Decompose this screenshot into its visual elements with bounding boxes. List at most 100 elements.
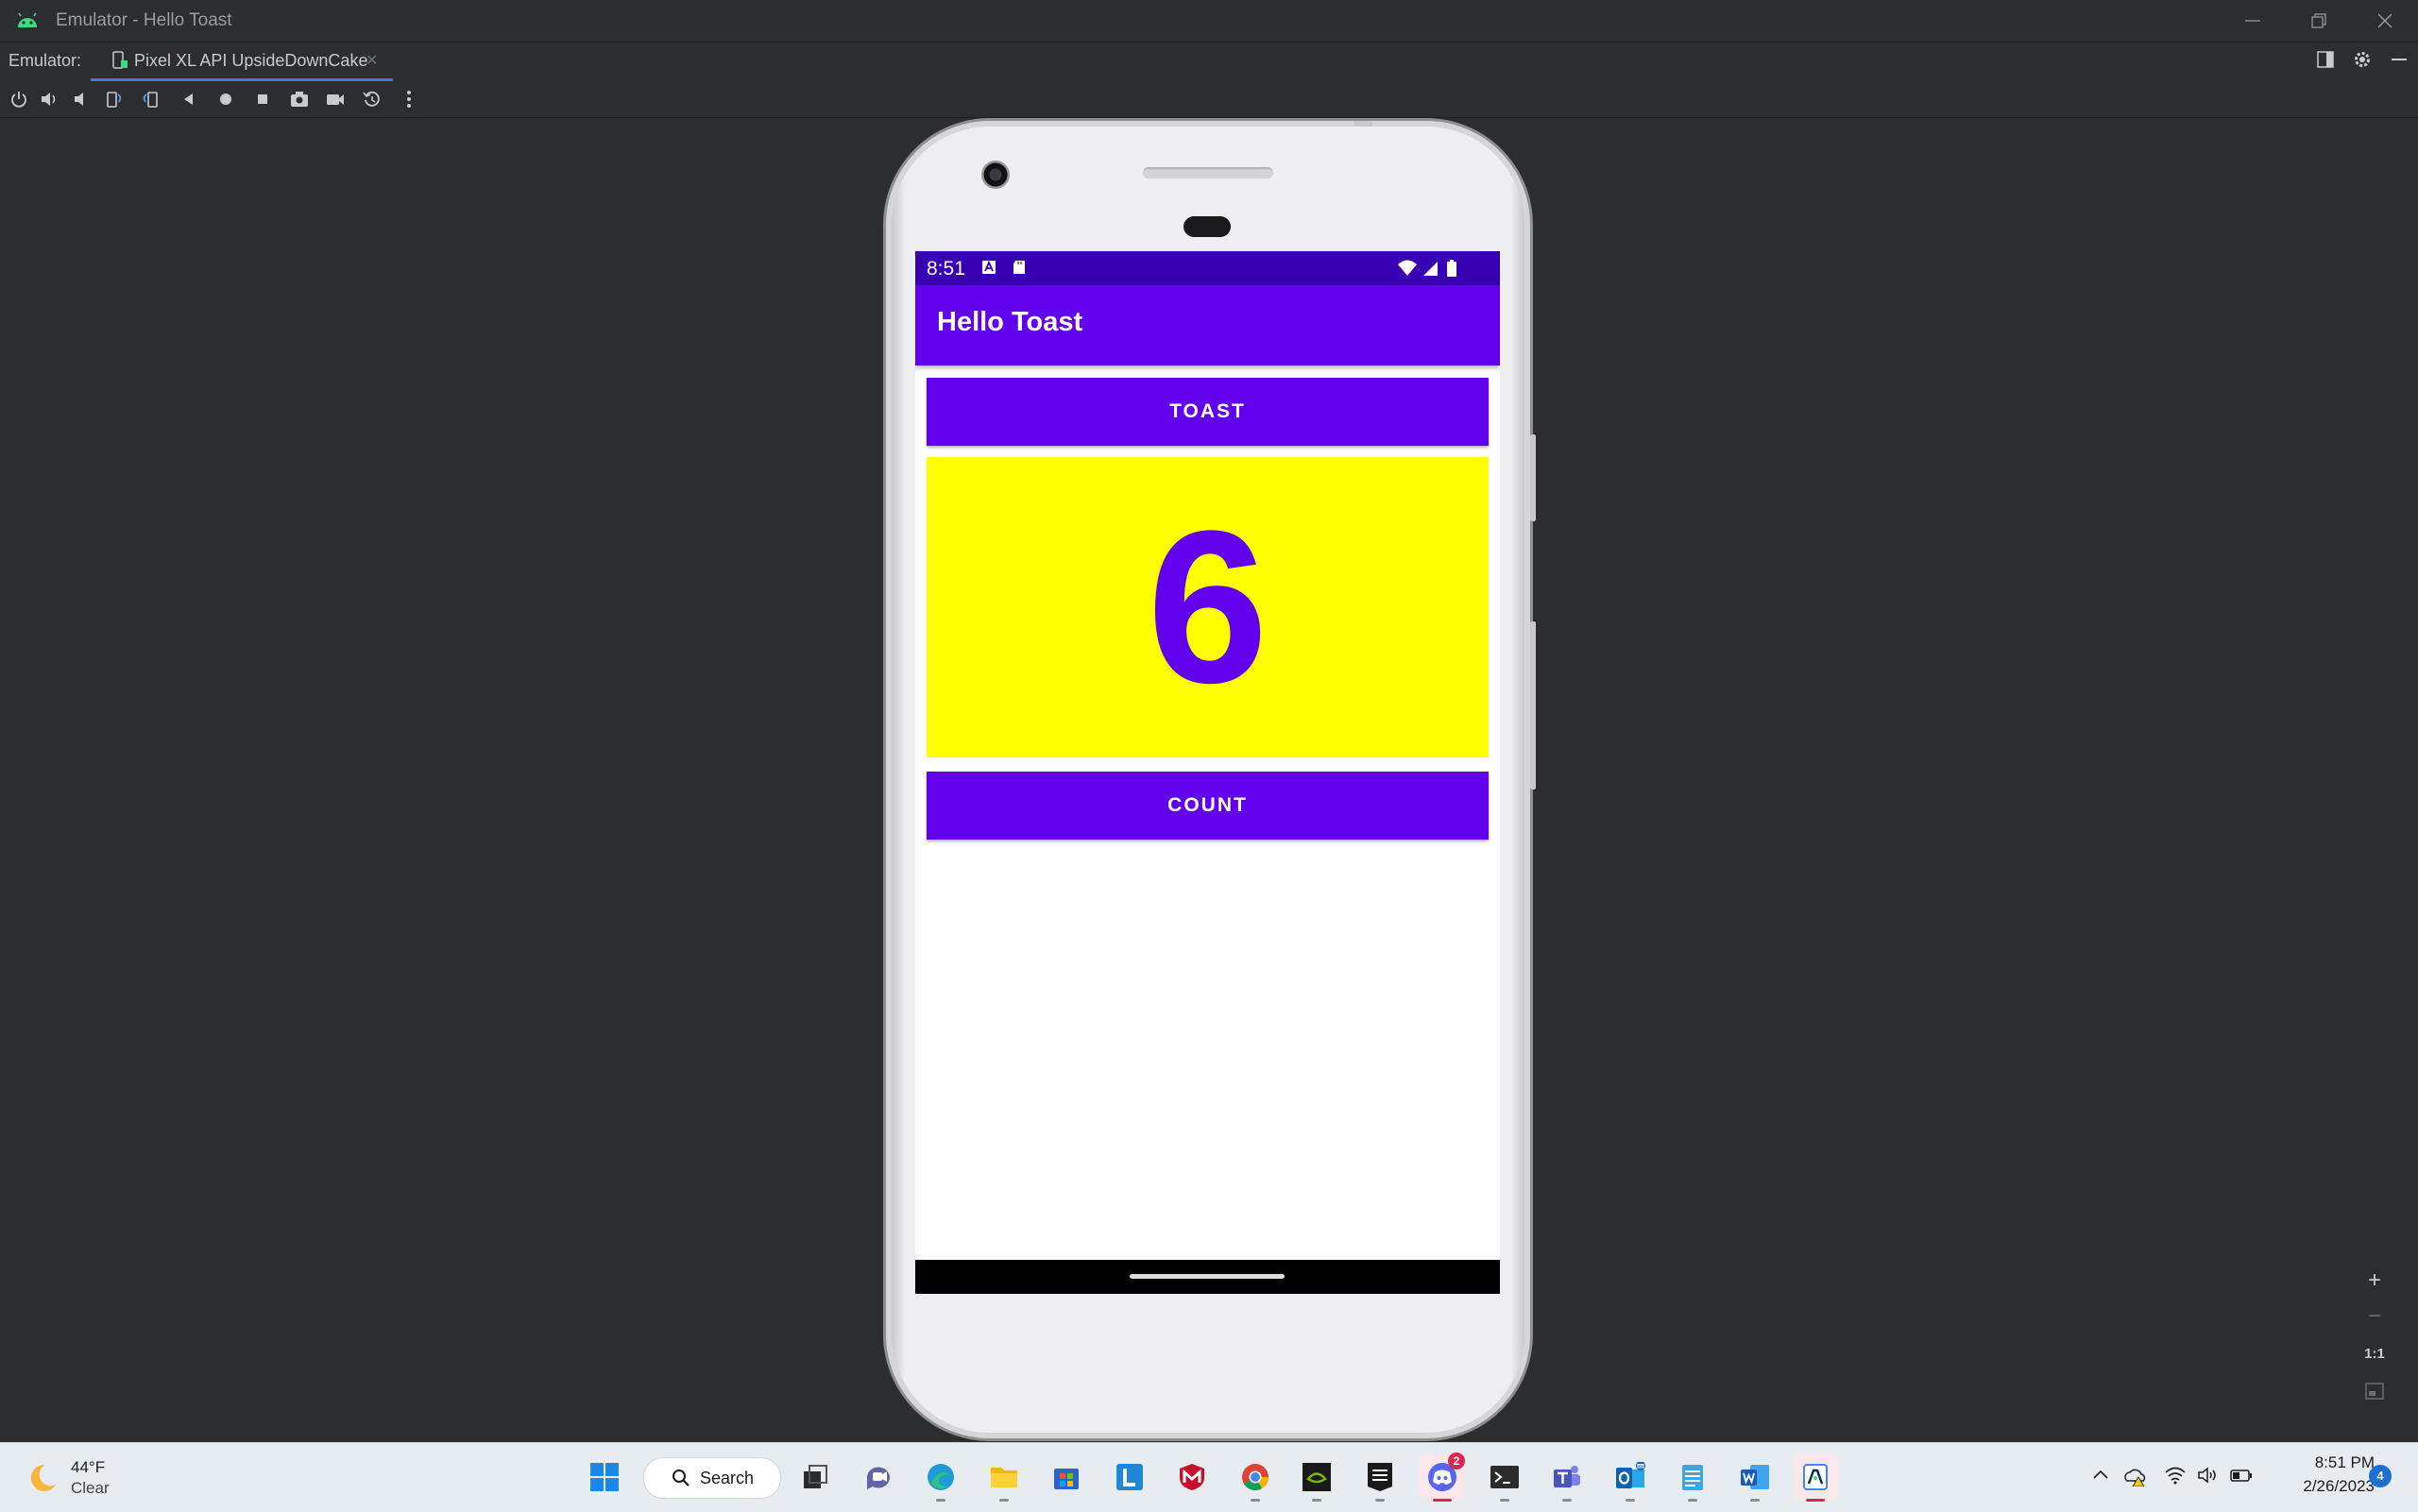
count-display: 6 — [927, 457, 1489, 757]
running-indicator — [936, 1499, 945, 1502]
back-icon[interactable] — [179, 89, 199, 110]
running-indicator — [1806, 1499, 1825, 1502]
close-button[interactable] — [2352, 0, 2418, 42]
word-icon — [1741, 1465, 1769, 1489]
actual-size-button[interactable]: 1:1 — [2356, 1336, 2393, 1372]
file-explorer-app[interactable] — [981, 1454, 1027, 1502]
edge-app[interactable] — [918, 1454, 963, 1502]
start-icon — [590, 1463, 619, 1491]
notification-a-icon — [982, 260, 996, 274]
fit-screen-icon — [2365, 1383, 2384, 1400]
title-bar: Emulator - Hello Toast — [0, 0, 2418, 42]
minimize-button[interactable] — [2220, 0, 2286, 42]
chat-app[interactable] — [856, 1454, 901, 1500]
running-indicator — [1433, 1499, 1452, 1502]
android-studio-app[interactable] — [1793, 1454, 1838, 1502]
volume-up-icon[interactable] — [39, 89, 60, 110]
terminal-icon — [1490, 1466, 1519, 1488]
device-icon — [112, 51, 128, 69]
notepad-app[interactable] — [1670, 1454, 1715, 1502]
l-app[interactable] — [1107, 1454, 1152, 1500]
task-view-button[interactable] — [792, 1454, 838, 1500]
proximity-sensor — [1183, 216, 1231, 237]
zoom-in-button[interactable]: + — [2356, 1263, 2393, 1299]
phone-top-button — [1354, 121, 1372, 127]
power-side-button — [1530, 434, 1536, 521]
store-app[interactable] — [1044, 1454, 1089, 1500]
toast-button[interactable]: TOAST — [927, 378, 1489, 446]
count-button[interactable]: COUNT — [927, 772, 1489, 840]
emulator-toolbar — [0, 81, 2418, 118]
tab-close-icon[interactable]: ✕ — [366, 51, 378, 70]
tab-label: Pixel XL API UpsideDownCake — [134, 51, 368, 70]
weather-condition: Clear — [71, 1479, 110, 1497]
fit-screen-button[interactable] — [2356, 1373, 2393, 1409]
epic-games-app[interactable] — [1357, 1454, 1403, 1502]
volume-tray-icon[interactable] — [2197, 1466, 2220, 1485]
discord-badge: 2 — [1448, 1453, 1465, 1470]
home-icon[interactable] — [215, 89, 236, 110]
taskbar-clock[interactable]: 8:51 PM 2/26/2023 — [2271, 1453, 2375, 1496]
running-indicator — [1500, 1499, 1509, 1502]
window-title: Emulator - Hello Toast — [56, 10, 232, 30]
device-screen[interactable]: 8:51 Hello Toast TOAST 6 COUNT — [915, 251, 1500, 1294]
edge-icon — [928, 1464, 954, 1490]
overview-icon[interactable] — [252, 89, 273, 110]
home-gesture-handle[interactable] — [1130, 1274, 1285, 1279]
battery-tray-icon[interactable] — [2229, 1466, 2254, 1485]
word-app[interactable] — [1732, 1454, 1778, 1502]
sd-card-icon — [1013, 261, 1025, 274]
android-studio-icon — [1803, 1464, 1828, 1490]
more-icon[interactable] — [399, 89, 419, 110]
clock-time: 8:51 PM — [2314, 1453, 2375, 1471]
notepad-icon — [1682, 1465, 1703, 1490]
wifi-icon — [1398, 260, 1417, 276]
notification-badge[interactable]: 4 — [2369, 1465, 2392, 1487]
running-indicator — [1251, 1499, 1260, 1502]
mcafee-icon — [1180, 1464, 1204, 1490]
hide-icon[interactable] — [2390, 50, 2409, 69]
tab-pixel-xl[interactable]: Pixel XL API UpsideDownCake ✕ — [91, 42, 393, 81]
snapshot-icon[interactable] — [362, 89, 383, 110]
restore-button[interactable] — [2286, 0, 2352, 42]
volume-down-icon[interactable] — [71, 89, 92, 110]
zoom-out-button[interactable]: − — [2356, 1299, 2393, 1334]
nvidia-app[interactable] — [1294, 1454, 1339, 1502]
nvidia-icon — [1303, 1463, 1331, 1491]
epic-games-icon — [1368, 1463, 1392, 1491]
mcafee-app[interactable] — [1169, 1454, 1215, 1500]
task-view-icon — [804, 1465, 827, 1488]
layout-icon[interactable] — [2316, 50, 2335, 69]
taskbar-search[interactable]: Search — [643, 1457, 781, 1499]
running-indicator — [1626, 1499, 1635, 1502]
outlook-icon — [1616, 1462, 1645, 1488]
chevron-up-icon[interactable] — [2091, 1466, 2110, 1485]
rotate-left-icon[interactable] — [103, 89, 124, 110]
teams-app[interactable] — [1544, 1454, 1590, 1502]
onedrive-warning-icon[interactable] — [2124, 1466, 2147, 1487]
outlook-app[interactable] — [1608, 1454, 1653, 1502]
battery-icon — [1447, 260, 1456, 277]
volume-side-button — [1530, 621, 1536, 790]
running-indicator — [1562, 1499, 1572, 1502]
weather-temperature: 44°F — [71, 1458, 106, 1476]
minimize-icon — [2245, 20, 2260, 22]
power-icon[interactable] — [9, 89, 29, 110]
screenshot-icon[interactable] — [289, 89, 310, 110]
search-icon — [673, 1470, 690, 1487]
screen-record-icon[interactable] — [325, 89, 346, 110]
start-button[interactable] — [582, 1454, 627, 1500]
running-indicator — [1688, 1499, 1697, 1502]
chat-icon — [867, 1467, 890, 1489]
search-label: Search — [700, 1469, 755, 1487]
chrome-icon — [1242, 1464, 1269, 1490]
moon-icon — [30, 1464, 56, 1491]
chrome-app[interactable] — [1233, 1454, 1278, 1502]
wifi-tray-icon[interactable] — [2164, 1466, 2187, 1485]
gesture-nav-bar — [915, 1260, 1500, 1294]
discord-app[interactable]: 2 — [1420, 1453, 1465, 1502]
terminal-app[interactable] — [1482, 1454, 1527, 1502]
gear-icon[interactable] — [2353, 50, 2372, 69]
file-explorer-icon — [991, 1468, 1017, 1487]
rotate-right-icon[interactable] — [141, 89, 162, 110]
